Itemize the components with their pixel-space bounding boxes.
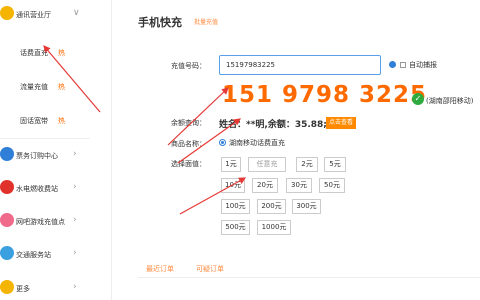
sidebar-item-more[interactable]: 更多 › — [0, 276, 112, 300]
location-icon[interactable] — [389, 61, 396, 68]
sidebar-item-label: 网吧游戏充值点 — [16, 218, 65, 226]
balance-label: 余额查询： — [171, 119, 206, 127]
amount-chip-custom[interactable]: 任意充 — [248, 157, 286, 172]
sidebar-item-label: 水电燃收费站 — [16, 185, 58, 193]
hot-badge: 热 — [58, 49, 65, 57]
sidebar-item-label: 票务订购中心 — [16, 152, 58, 160]
hot-badge: 热 — [58, 117, 65, 125]
chevron-right-icon: › — [73, 282, 77, 292]
tab-recent-orders[interactable]: 最近订单 — [146, 264, 174, 274]
game-icon — [0, 213, 14, 227]
chevron-right-icon: › — [73, 248, 77, 258]
amount-chip[interactable]: 1000元 — [257, 220, 291, 235]
product-label: 商品名称： — [171, 140, 206, 148]
sidebar-item-game-recharge[interactable]: 网吧游戏充值点 › — [0, 209, 112, 236]
check-icon: ✓ — [412, 93, 424, 105]
sidebar-subitem-data-recharge[interactable]: 流量充值 热 — [0, 70, 112, 103]
auto-checkbox[interactable] — [400, 62, 406, 68]
auto-checkbox-label: 自动捕报 — [409, 61, 437, 69]
amount-chip[interactable]: 20元 — [252, 178, 278, 193]
amount-chip[interactable]: 10元 — [221, 178, 245, 193]
divider — [0, 138, 90, 139]
amount-chip[interactable]: 1元 — [221, 157, 241, 172]
page-title: 手机快充 — [138, 16, 182, 29]
balance-check-button[interactable]: 点击查看 — [326, 117, 356, 129]
sidebar-item-utilities[interactable]: 水电燃收费站 › — [0, 176, 112, 203]
traffic-icon — [0, 246, 14, 260]
amount-chip[interactable]: 300元 — [292, 199, 321, 214]
chevron-down-icon: ∨ — [73, 8, 80, 18]
sidebar-item-traffic[interactable]: 交通服务站 › — [0, 242, 112, 269]
amount-chip[interactable]: 5元 — [324, 157, 346, 172]
amount-chip[interactable]: 500元 — [221, 220, 250, 235]
amount-chip[interactable]: 30元 — [286, 178, 312, 193]
tab-underline — [138, 277, 480, 278]
utility-icon — [0, 180, 14, 194]
batch-recharge-link[interactable]: 批量充值 — [194, 17, 218, 26]
amount-chip[interactable]: 50元 — [319, 178, 345, 193]
subitem-label: 固话宽带 — [20, 117, 48, 125]
balance-text: 姓名：**明,余额：35.88; — [219, 120, 327, 130]
amount-chip[interactable]: 200元 — [257, 199, 286, 214]
carrier-label: (湖南邵阳移动) — [426, 97, 474, 105]
sidebar-item-label: 更多 — [16, 285, 30, 293]
phone-input[interactable]: 15197983225 — [219, 55, 381, 75]
hot-badge: 热 — [58, 83, 65, 91]
sidebar-item-label: 交通服务站 — [16, 251, 51, 259]
phone-number-display: 151 9798 3225 — [222, 82, 428, 108]
more-icon — [0, 280, 14, 294]
sidebar-item-telecom-hall[interactable]: 通讯营业厅 ∨ — [0, 2, 112, 29]
phone-hall-icon — [0, 6, 14, 20]
amount-chip[interactable]: 2元 — [296, 157, 318, 172]
subitem-label: 流量充值 — [20, 83, 48, 91]
tab-suspicious-orders[interactable]: 可疑订单 — [196, 264, 224, 274]
chevron-right-icon: › — [73, 182, 77, 192]
ticket-icon — [0, 147, 14, 161]
product-name: 湖南移动话费直充 — [229, 139, 285, 147]
amount-chip[interactable]: 100元 — [221, 199, 250, 214]
sidebar-item-ticketing[interactable]: 票务订购中心 › — [0, 143, 112, 170]
subitem-label: 话费直充 — [20, 49, 48, 57]
product-radio[interactable] — [219, 139, 226, 146]
chevron-right-icon: › — [73, 149, 77, 159]
sidebar-subitem-phone-recharge[interactable]: 话费直充 热 — [0, 36, 112, 69]
amount-label: 选择面值： — [171, 160, 206, 168]
phone-label: 充值号码： — [171, 62, 206, 70]
sidebar-item-label: 通讯营业厅 — [16, 11, 51, 19]
chevron-right-icon: › — [73, 215, 77, 225]
sidebar: 通讯营业厅 ∨ 话费直充 热 流量充值 热 固话宽带 热 票务订购中心 › 水电… — [0, 0, 112, 300]
sidebar-subitem-broadband[interactable]: 固话宽带 热 — [0, 104, 112, 137]
